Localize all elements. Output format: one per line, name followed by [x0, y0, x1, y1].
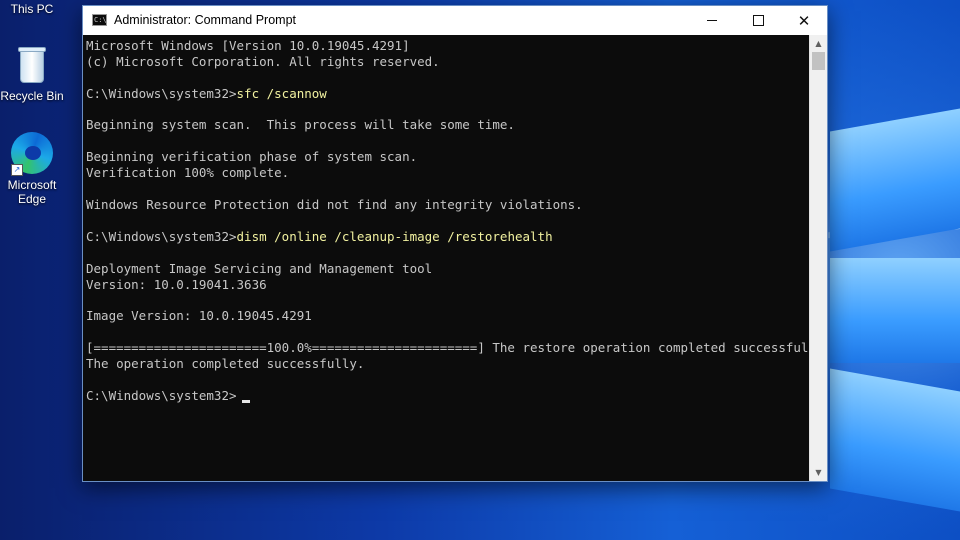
console-line: The operation completed successfully.: [86, 356, 365, 371]
wallpaper-window-pane: [830, 258, 960, 363]
cmd-icon: C:\: [92, 14, 107, 26]
command-prompt-window[interactable]: C:\ Administrator: Command Prompt ✕ Micr…: [82, 5, 828, 482]
edge-icon: ↗: [11, 132, 53, 176]
command-text: sfc /scannow: [236, 86, 327, 101]
console-line: Image Version: 10.0.19045.4291: [86, 308, 312, 323]
console-line: Beginning system scan. This process will…: [86, 117, 515, 132]
prompt: C:\Windows\system32>: [86, 229, 237, 244]
close-button[interactable]: ✕: [781, 6, 827, 35]
window-title: Administrator: Command Prompt: [114, 13, 297, 27]
close-icon: ✕: [797, 11, 811, 30]
prompt: C:\Windows\system32>: [86, 388, 237, 403]
desktop-icon-label: This PC: [10, 2, 54, 16]
console-line: Microsoft Windows [Version 10.0.19045.42…: [86, 38, 410, 53]
console-line: C:\Windows\system32>sfc /scannow: [86, 86, 327, 102]
recycle-bin-icon: [17, 45, 47, 85]
wallpaper-window-pane: [830, 108, 960, 252]
progress-line: [=======================100.0%==========…: [86, 340, 810, 355]
maximize-button[interactable]: [735, 6, 781, 35]
chevron-down-icon: ▼: [815, 468, 822, 477]
scrollbar-thumb[interactable]: [812, 52, 825, 70]
vertical-scrollbar[interactable]: ▲ ▼: [809, 35, 827, 481]
console-output[interactable]: Microsoft Windows [Version 10.0.19045.42…: [83, 35, 810, 481]
wallpaper-window-pane: [830, 368, 960, 512]
desktop-icon-this-pc[interactable]: This PC: [0, 2, 68, 16]
minimize-icon: [707, 20, 717, 21]
desktop-icon-label: Microsoft Edge: [7, 178, 57, 206]
console-line: C:\Windows\system32>: [86, 388, 250, 404]
chevron-up-icon: ▲: [815, 39, 822, 48]
console-line: C:\Windows\system32>dism /online /cleanu…: [86, 229, 553, 245]
desktop-icon-recycle-bin[interactable]: Recycle Bin: [0, 45, 68, 103]
title-bar[interactable]: C:\ Administrator: Command Prompt ✕: [83, 6, 827, 35]
prompt: C:\Windows\system32>: [86, 86, 237, 101]
console-line: Version: 10.0.19041.3636: [86, 277, 267, 292]
console-line: Windows Resource Protection did not find…: [86, 197, 583, 212]
shortcut-arrow-icon: ↗: [11, 164, 23, 176]
console-line: Verification 100% complete.: [86, 165, 290, 180]
desktop-icon-label: Recycle Bin: [0, 89, 64, 103]
text-cursor: [241, 400, 250, 403]
console-line: Beginning verification phase of system s…: [86, 149, 418, 164]
scroll-down-button[interactable]: ▼: [810, 464, 827, 481]
console-line: (c) Microsoft Corporation. All rights re…: [86, 54, 440, 69]
scroll-up-button[interactable]: ▲: [810, 35, 827, 52]
minimize-button[interactable]: [689, 6, 735, 35]
maximize-icon: [752, 15, 764, 26]
command-text: dism /online /cleanup-image /restoreheal…: [236, 229, 553, 244]
desktop-icon-edge[interactable]: ↗ Microsoft Edge: [0, 132, 68, 206]
console-line: Deployment Image Servicing and Managemen…: [86, 261, 433, 276]
